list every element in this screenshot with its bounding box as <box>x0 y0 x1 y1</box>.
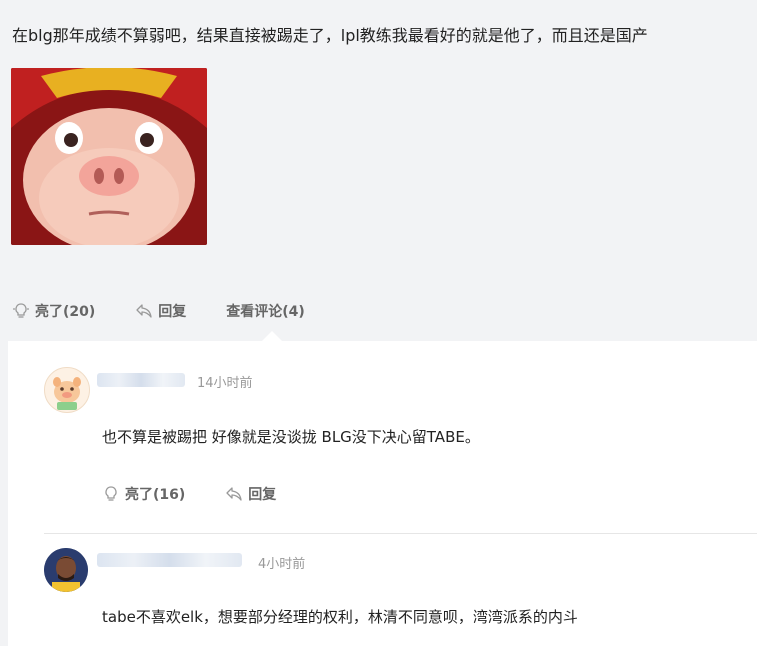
lightbulb-icon <box>13 303 29 318</box>
comment-time: 4小时前 <box>258 557 306 572</box>
like-button[interactable]: 亮了(20) <box>12 301 95 321</box>
comment-time: 14小时前 <box>197 376 253 391</box>
pig-face-meme-image[interactable] <box>11 68 207 245</box>
like-label: 亮了(20) <box>35 304 96 320</box>
reply-arrow-icon <box>136 304 152 318</box>
comment-divider <box>44 533 757 534</box>
username-blurred[interactable] <box>97 553 242 567</box>
panel-pointer <box>262 331 282 341</box>
view-comments-button[interactable]: 查看评论(4) <box>226 301 305 321</box>
reply-arrow-icon <box>226 487 242 501</box>
comment-like-button[interactable]: 亮了(16) <box>102 484 185 504</box>
comment-like-label: 亮了(16) <box>125 487 186 503</box>
lightbulb-icon <box>105 486 117 501</box>
comment-text: 也不算是被踢把 好像就是没谈拢 BLG没下决心留TABE。 <box>102 428 480 446</box>
reply-button[interactable]: 回复 <box>135 301 186 321</box>
view-comments-label: 查看评论(4) <box>226 304 305 320</box>
reply-label: 回复 <box>158 304 187 320</box>
comment-actions: 亮了(16) 回复 <box>102 484 316 504</box>
post-actions: 亮了(20) 回复 查看评论(4) <box>12 298 345 324</box>
comment-text: tabe不喜欢elk，想要部分经理的权利，林清不同意呗，湾湾派系的内斗 <box>102 608 578 626</box>
basketball-player-avatar[interactable] <box>44 548 88 592</box>
comment-reply-button[interactable]: 回复 <box>225 484 276 504</box>
cartoon-pig-avatar[interactable] <box>44 367 90 413</box>
comment-reply-label: 回复 <box>248 487 277 503</box>
post-text: 在blg那年成绩不算弱吧，结果直接被踢走了，lpl教练我最看好的就是他了，而且还… <box>12 26 648 45</box>
username-blurred[interactable] <box>97 373 185 387</box>
